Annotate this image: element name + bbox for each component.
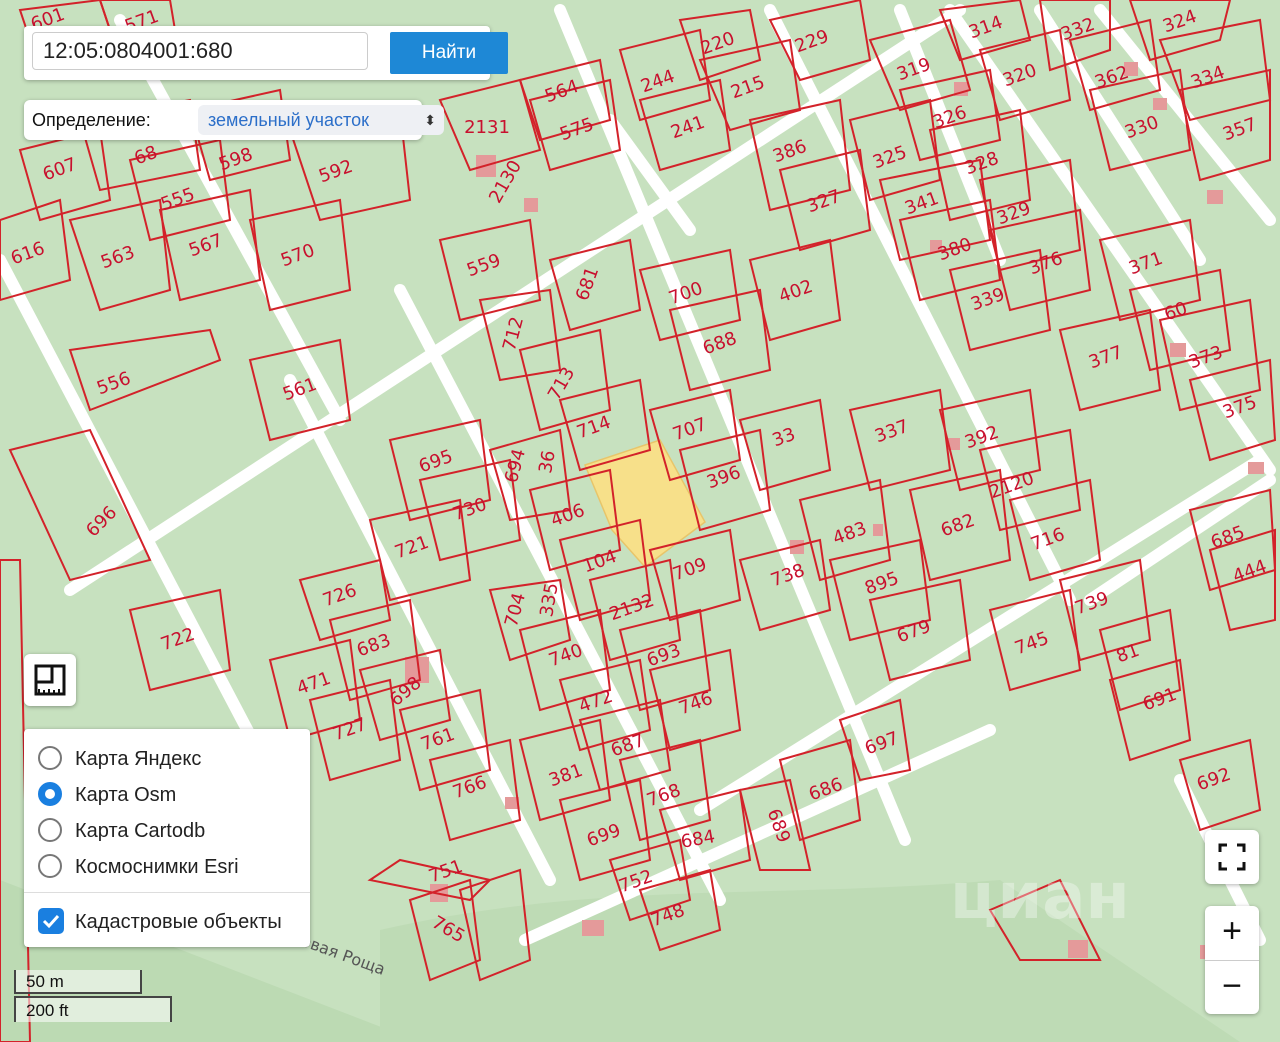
ruler-icon	[34, 664, 66, 696]
watermark-logo: циан	[950, 860, 1130, 934]
checkbox-checked[interactable]	[38, 908, 64, 934]
ruler-button[interactable]	[24, 654, 76, 706]
radio-button[interactable]	[38, 818, 62, 842]
zoom-control: + −	[1205, 906, 1259, 1014]
chevron-updown-icon: ⬍	[424, 112, 436, 128]
parcel-number-label: 2131	[464, 117, 510, 138]
cadastral-search-input[interactable]	[32, 32, 368, 70]
layer-label: Карта Cartodb	[75, 820, 206, 842]
definition-selected-value: земельный участок	[208, 110, 369, 130]
divider	[24, 892, 310, 893]
layer-label: Карта Яндекс	[75, 748, 202, 770]
scale-metric: 50 m	[14, 970, 142, 994]
layer-option-yandex[interactable]: Карта Яндекс	[38, 743, 298, 775]
parcel-number-label: 36	[535, 449, 560, 475]
layer-option-osm[interactable]: Карта Osm	[38, 779, 298, 811]
radio-button-selected[interactable]	[38, 782, 62, 806]
layer-label: Кадастровые объекты	[75, 911, 282, 933]
scale-imperial: 200 ft	[14, 996, 172, 1022]
layer-option-esri[interactable]: Космоснимки Esri	[38, 851, 298, 883]
layer-switcher: Карта Яндекс Карта Osm Карта Cartodb Кос…	[24, 729, 310, 947]
definition-panel: Определение: земельный участок ⬍	[24, 100, 444, 140]
radio-button[interactable]	[38, 854, 62, 878]
definition-select[interactable]: земельный участок ⬍	[198, 105, 444, 135]
fullscreen-icon	[1218, 843, 1246, 871]
zoom-out-button[interactable]: −	[1205, 961, 1259, 1014]
layer-label: Космоснимки Esri	[75, 856, 239, 878]
search-button[interactable]: Найти	[390, 32, 508, 74]
layer-option-cadastral[interactable]: Кадастровые объекты	[38, 906, 298, 938]
zoom-in-button[interactable]: +	[1205, 906, 1259, 959]
fullscreen-button[interactable]	[1205, 830, 1259, 884]
checkmark-icon	[42, 914, 60, 929]
search-panel: Найти	[24, 26, 508, 80]
layer-option-cartodb[interactable]: Карта Cartodb	[38, 815, 298, 847]
radio-button[interactable]	[38, 746, 62, 770]
layer-label: Карта Osm	[75, 784, 177, 806]
definition-label: Определение:	[32, 110, 151, 130]
